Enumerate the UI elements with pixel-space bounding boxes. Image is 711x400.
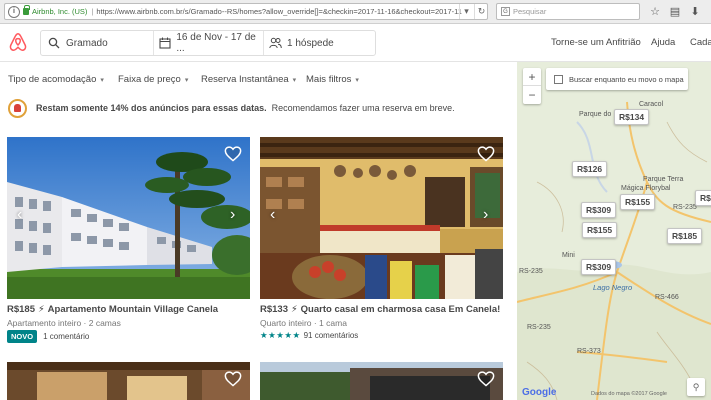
zoom-out-button[interactable]: − xyxy=(523,86,541,104)
new-badge: NOVO xyxy=(7,330,38,343)
rating-stars: ★★★★★ xyxy=(260,330,301,340)
listing-photo[interactable]: ‹ › xyxy=(7,137,250,299)
map-credits: Dados do mapa ©2017 Google xyxy=(591,391,667,397)
price-pin[interactable]: R$309 xyxy=(581,202,617,218)
heart-icon[interactable] xyxy=(477,371,495,387)
guests-field[interactable]: 1 hóspede xyxy=(263,31,375,55)
dates-value: 16 de Nov - 17 de ... xyxy=(176,32,256,54)
listing-title: Quarto casal em charmosa casa Em Canela! xyxy=(300,304,501,315)
listing-photo[interactable] xyxy=(7,362,250,400)
dates-field[interactable]: 16 de Nov - 17 de ... xyxy=(153,31,263,55)
checkbox[interactable] xyxy=(554,74,563,84)
filter-instant-book[interactable]: Reserva Instantânea ▾ xyxy=(201,74,296,85)
listing-price: R$185 xyxy=(7,304,35,315)
url-bar[interactable]: i Airbnb, Inc. (US) | https://www.airbnb… xyxy=(4,3,488,20)
chevron-left-icon[interactable]: ‹ xyxy=(270,207,280,223)
guests-icon xyxy=(268,36,282,50)
page-info-icon[interactable]: i xyxy=(8,5,20,18)
clipboard-icon[interactable]: ▤ xyxy=(668,4,682,20)
pegman-icon[interactable]: ⚲ xyxy=(687,378,705,396)
availability-notice: Restam somente 14% dos anúncios para ess… xyxy=(8,97,455,119)
map-place-label: Lago Negro xyxy=(593,283,633,292)
map-place-label: Parque do xyxy=(579,111,612,118)
nav-become-host[interactable]: Torne-se um Anfitrião xyxy=(551,37,641,48)
listing-subtitle: Apartamento inteiro · 2 camas xyxy=(7,318,121,328)
dropdown-arrow-icon[interactable]: ▾ xyxy=(459,4,473,19)
calendar-icon xyxy=(158,36,171,50)
chevron-down-icon: ▾ xyxy=(184,77,189,84)
alarm-clock-icon xyxy=(8,98,27,118)
map-place-label: Caracol xyxy=(639,101,664,108)
nav-help[interactable]: Ajuda xyxy=(651,37,675,48)
browser-search-input[interactable]: G Pesquisar xyxy=(496,3,640,20)
map-view[interactable]: + − Buscar enquanto eu movo o mapa Carac… xyxy=(517,62,711,400)
listing-title: Apartamento Mountain Village Canela xyxy=(47,304,218,315)
heart-icon[interactable] xyxy=(224,371,242,387)
price-pin[interactable]: R$155 xyxy=(620,194,656,210)
location-field[interactable]: Gramado xyxy=(41,31,153,55)
instant-book-icon: ⚡ xyxy=(291,304,298,315)
road-label: RS-235 xyxy=(519,268,543,275)
chevron-down-icon: ▾ xyxy=(355,77,359,84)
google-logo: Google xyxy=(522,387,557,398)
map-place-label: Mini xyxy=(562,252,575,259)
price-pin[interactable]: R$309 xyxy=(581,259,617,275)
filter-price[interactable]: Faixa de preço ▾ xyxy=(118,74,188,85)
price-pin[interactable]: R$126 xyxy=(572,161,608,177)
listing-card[interactable]: ‹ › R$185 ⚡ Apartamento Mountain Village C… xyxy=(7,137,250,347)
filter-more[interactable]: Mais filtros ▾ xyxy=(306,74,359,85)
zoom-controls[interactable]: + − xyxy=(523,68,541,104)
road-label: RS-373 xyxy=(577,348,601,355)
airbnb-logo-icon[interactable] xyxy=(9,32,27,52)
price-pin[interactable]: R$0 xyxy=(695,190,711,206)
listing-photo[interactable]: ‹ › xyxy=(260,137,503,299)
browser-toolbar: i Airbnb, Inc. (US) | https://www.airbnb… xyxy=(0,0,711,24)
road-label: RS-235 xyxy=(527,324,551,331)
bookmark-star-icon[interactable]: ☆ xyxy=(648,4,662,20)
zoom-in-button[interactable]: + xyxy=(523,68,541,86)
search-as-move-toggle[interactable]: Buscar enquanto eu movo o mapa xyxy=(546,68,688,90)
site-identity: Airbnb, Inc. (US) xyxy=(32,7,88,16)
price-pin[interactable]: R$185 xyxy=(667,228,703,244)
price-pin[interactable]: R$134 xyxy=(614,109,650,125)
listing-card[interactable]: ‹ › R$133 ⚡ Quarto casal em charmosa casa … xyxy=(260,137,503,347)
map-place-label: Parque Terra xyxy=(643,176,684,183)
guests-value: 1 hóspede xyxy=(287,37,334,49)
chevron-left-icon[interactable]: ‹ xyxy=(17,207,27,223)
chevron-right-icon[interactable]: › xyxy=(230,207,240,223)
chevron-down-icon: ▾ xyxy=(292,77,297,84)
app-header: Gramado 16 de Nov - 17 de ... 1 hóspede … xyxy=(0,24,711,62)
map-place-label: Mágica Florybal xyxy=(621,185,671,192)
review-count: 1 comentário xyxy=(43,332,90,341)
search-icon xyxy=(47,36,61,50)
review-count: 91 comentários xyxy=(303,331,359,340)
reload-icon[interactable]: ↻ xyxy=(474,4,488,19)
lock-icon xyxy=(23,5,30,15)
instant-book-icon: ⚡ xyxy=(38,304,45,315)
road-label: RS-466 xyxy=(655,294,679,301)
road-label: RS-235 xyxy=(673,204,697,211)
listing-photo[interactable] xyxy=(260,362,503,400)
search-engine-icon: G xyxy=(501,7,510,16)
search-bar[interactable]: Gramado 16 de Nov - 17 de ... 1 hóspede xyxy=(40,30,376,56)
filter-room-type[interactable]: Tipo de acomodação ▾ xyxy=(8,74,104,85)
nav-signup[interactable]: Cada xyxy=(690,37,711,48)
chevron-right-icon[interactable]: › xyxy=(483,207,493,223)
heart-icon[interactable] xyxy=(477,146,495,162)
listing-card[interactable] xyxy=(260,362,503,400)
url-text: https://www.airbnb.com.br/s/Gramado--RS/… xyxy=(96,7,462,16)
listing-price: R$133 xyxy=(260,304,288,315)
chevron-down-icon: ▾ xyxy=(100,77,104,84)
listing-card[interactable] xyxy=(7,362,250,400)
heart-icon[interactable] xyxy=(224,146,242,162)
listing-subtitle: Quarto inteiro · 1 cama xyxy=(260,318,347,328)
download-icon[interactable]: ⬇ xyxy=(688,4,702,20)
price-pin[interactable]: R$155 xyxy=(582,222,618,238)
location-value: Gramado xyxy=(66,37,108,49)
